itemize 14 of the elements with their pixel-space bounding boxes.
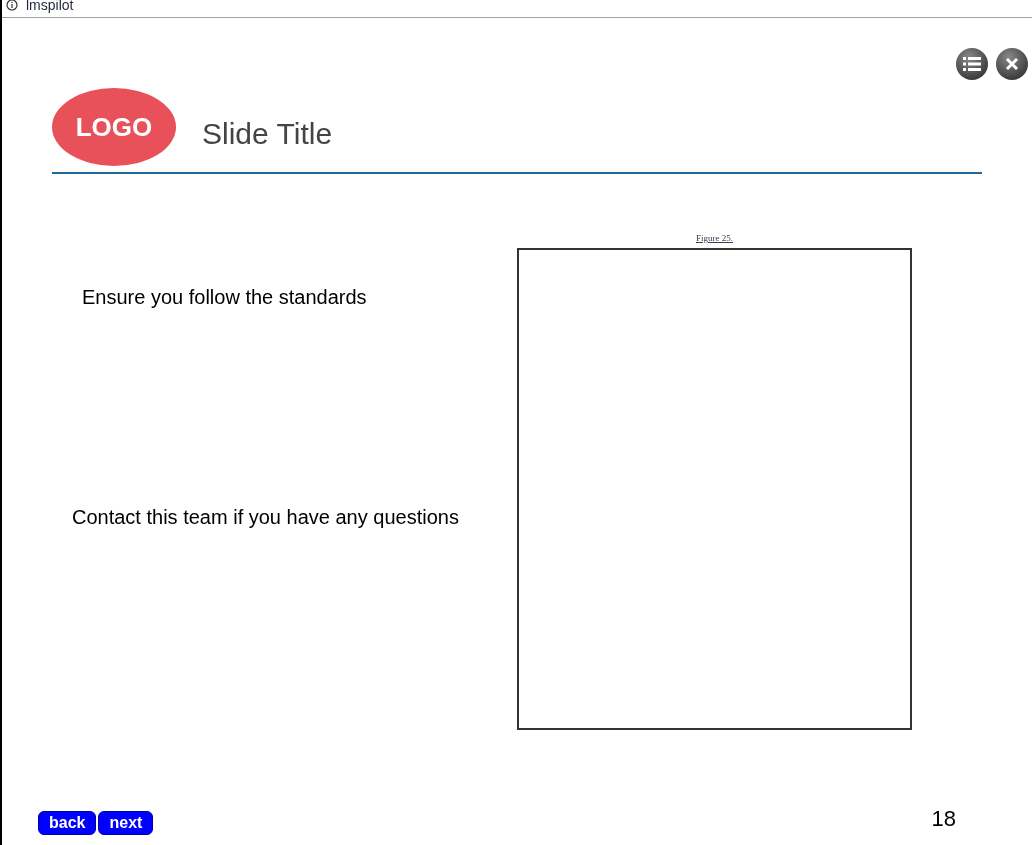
bullet-text: Ensure you follow the standards [81,285,368,310]
menu-button[interactable] [956,48,988,80]
slide-title: Slide Title [202,116,333,152]
bullet-text: Contact this team if you have any questions [72,505,460,530]
close-button[interactable] [996,48,1028,80]
list-icon [963,57,981,71]
close-icon [1005,57,1019,71]
nav-button[interactable]: back [38,811,97,835]
figure-caption: Figure 25. [696,232,733,245]
nav-button[interactable]: next [98,811,154,835]
page-number: 18 [931,805,956,833]
info-icon [6,0,18,11]
window-title: lmspilot [26,0,74,12]
logo: LOGO [52,88,176,166]
